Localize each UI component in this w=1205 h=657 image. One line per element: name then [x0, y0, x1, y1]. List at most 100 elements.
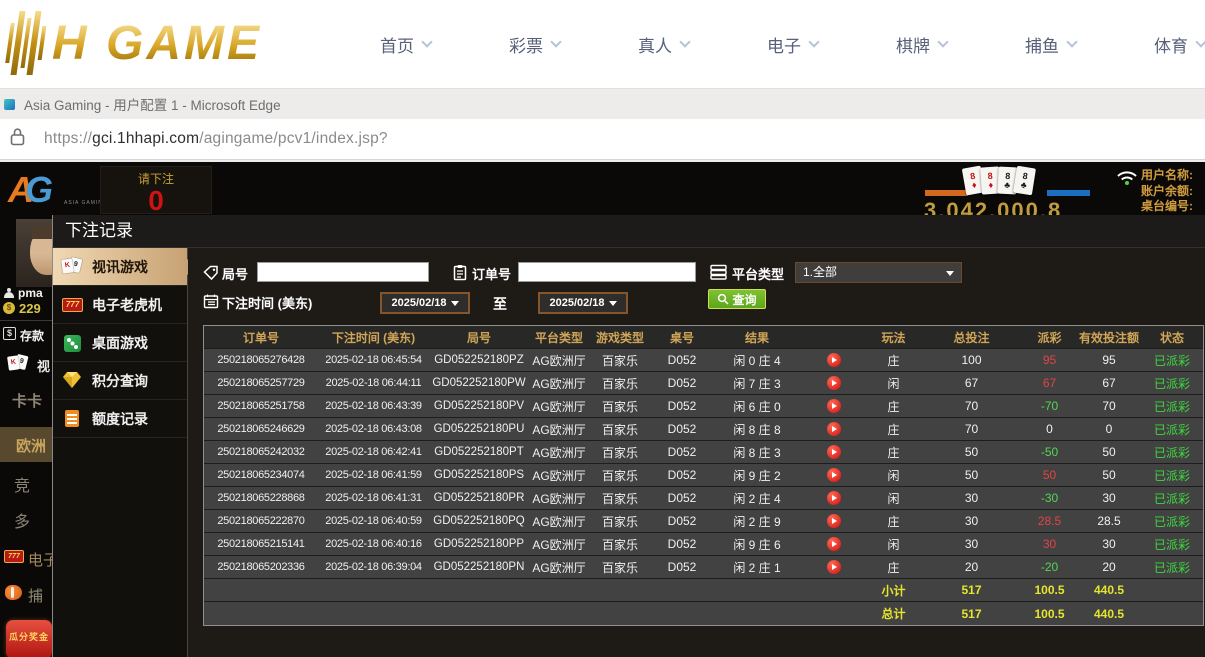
order-number-input[interactable]	[518, 262, 696, 282]
play-video-button[interactable]	[827, 445, 841, 459]
column-header: 派彩	[1022, 326, 1077, 348]
play-video-button[interactable]	[827, 514, 841, 528]
play-video-button[interactable]	[827, 491, 841, 505]
nav-item-label: 棋牌	[896, 32, 930, 57]
subtotal-row: 小计517100.5440.5	[204, 579, 1203, 602]
cell-result: 闲 6 庄 0	[713, 395, 801, 417]
cell-play	[801, 487, 866, 509]
modal-title-bar: 下注记录	[52, 215, 1205, 248]
user-icon	[4, 288, 14, 298]
cell-empty	[651, 602, 713, 625]
cell-status: 已派彩	[1141, 510, 1203, 532]
nav-item[interactable]: 真人	[638, 32, 689, 57]
dropdown-arrow-icon	[946, 271, 954, 276]
play-video-button[interactable]	[827, 422, 841, 436]
round-number-input[interactable]	[257, 262, 429, 282]
deposit-icon: $	[3, 327, 16, 340]
url-text[interactable]: https://gci.1hhapi.com/agingame/pcv1/ind…	[44, 130, 388, 148]
nav-item[interactable]: 首页	[380, 32, 431, 57]
menu-item-jing[interactable]: 竞	[14, 472, 30, 496]
sidebar-item-points-query[interactable]: 积分查询	[53, 362, 187, 400]
play-video-button[interactable]	[827, 560, 841, 574]
nav-item-label: 体育	[1154, 32, 1188, 57]
table-body: 2502180652764282025-02-18 06:45:54GD0522…	[204, 349, 1203, 625]
cell-table_no: D052	[651, 372, 713, 394]
modal-sidebar: 9K 视讯游戏 777 电子老虎机 桌面游戏 积分查询 额度记录	[52, 248, 188, 657]
menu-video-label[interactable]: 视	[37, 356, 50, 375]
cell-status: 已派彩	[1141, 372, 1203, 394]
play-video-button[interactable]	[827, 399, 841, 413]
cell-valid_bet: 50	[1077, 464, 1141, 486]
cell-time: 2025-02-18 06:43:39	[318, 395, 429, 417]
cell-total_bet: 20	[921, 556, 1022, 578]
play-video-button[interactable]	[827, 376, 841, 390]
platform-type-select[interactable]: 1.全部	[795, 262, 962, 283]
cell-order: 250218065246629	[204, 418, 318, 440]
play-video-button[interactable]	[827, 468, 841, 482]
column-header: 玩法	[866, 326, 921, 348]
bet-countdown-panel: 请下注 0	[100, 166, 212, 214]
cell-valid_bet: 28.5	[1077, 510, 1141, 532]
cell-status: 已派彩	[1141, 441, 1203, 463]
platform-list-icon	[710, 264, 726, 280]
sidebar-item-table-games[interactable]: 桌面游戏	[53, 324, 187, 362]
nav-item[interactable]: 电子	[767, 32, 818, 57]
sidebar-item-slots[interactable]: 777 电子老虎机	[53, 286, 187, 324]
cell-table_no: D052	[651, 418, 713, 440]
cell-empty	[1141, 602, 1203, 625]
document-icon	[62, 409, 84, 429]
cell-round: GD052252180PN	[429, 556, 529, 578]
date-to-picker[interactable]: 2025/02/18	[538, 292, 628, 314]
cell-game: 百家乐	[589, 510, 651, 532]
seat-markers: 9	[1118, 198, 1122, 206]
sidebar-item-credit-records[interactable]: 额度记录	[53, 400, 187, 438]
cell-valid_bet: 50	[1077, 441, 1141, 463]
banker-bar-decoration	[925, 190, 968, 196]
cell-game: 百家乐	[589, 395, 651, 417]
grand-total-row: 总计517100.5440.5	[204, 602, 1203, 625]
cell-platform: AG欧洲厅	[529, 349, 589, 371]
nav-item[interactable]: 彩票	[509, 32, 560, 57]
cell-round: GD052252180PQ	[429, 510, 529, 532]
promo-banner[interactable]: 瓜分奖金	[6, 620, 52, 657]
dropdown-arrow-icon	[609, 301, 617, 306]
menu-item-duo[interactable]: 多	[14, 508, 30, 532]
sidebar-item-video-games[interactable]: 9K 视讯游戏	[53, 248, 187, 286]
deposit-button[interactable]: 存款	[20, 327, 44, 344]
menu-item-fishing[interactable]: 捕	[28, 585, 43, 606]
cell-payout: -20	[1022, 556, 1077, 578]
table-row: 2502180652151412025-02-18 06:40:16GD0522…	[204, 533, 1203, 556]
nav-item[interactable]: 棋牌	[896, 32, 947, 57]
game-background: AG ASIA GAMING 请下注 0 8♦8♦8♣8♣ 3,042,000.…	[0, 160, 1205, 657]
cell-game: 百家乐	[589, 533, 651, 555]
subtotal-row-value: 440.5	[1077, 579, 1141, 601]
cell-total_bet: 30	[921, 510, 1022, 532]
cell-status: 已派彩	[1141, 418, 1203, 440]
date-from-picker[interactable]: 2025/02/18	[380, 292, 470, 314]
menu-item-kaka[interactable]: 卡卡	[12, 390, 42, 411]
column-header: 桌号	[651, 326, 713, 348]
cell-platform: AG欧洲厅	[529, 556, 589, 578]
cell-valid_bet: 30	[1077, 487, 1141, 509]
cell-order: 250218065222870	[204, 510, 318, 532]
cell-play_type: 庄	[866, 510, 921, 532]
play-video-button[interactable]	[827, 353, 841, 367]
cell-order: 250218065276428	[204, 349, 318, 371]
cell-order: 250218065215141	[204, 533, 318, 555]
playing-cards-icon: 9 K	[8, 354, 30, 372]
play-video-button[interactable]	[827, 537, 841, 551]
table-row: 2502180652023362025-02-18 06:39:04GD0522…	[204, 556, 1203, 579]
edge-icon	[4, 99, 15, 110]
menu-item-europe[interactable]: 欧洲	[0, 427, 52, 462]
search-button[interactable]: 查询	[708, 289, 766, 309]
cell-total_bet: 30	[921, 533, 1022, 555]
cell-result: 闲 2 庄 4	[713, 487, 801, 509]
nav-item[interactable]: 捕鱼	[1025, 32, 1076, 57]
to-label: 至	[493, 294, 507, 314]
main-nav: 首页 彩票 真人 电子 棋牌 捕鱼 体育	[350, 0, 1205, 88]
bet-time-label: 下注时间 (美东)	[222, 293, 312, 312]
browser-url-bar[interactable]: https://gci.1hhapi.com/agingame/pcv1/ind…	[0, 119, 1205, 160]
nav-item[interactable]: 体育	[1154, 32, 1205, 57]
cell-status: 已派彩	[1141, 464, 1203, 486]
table-info-label: 桌台编号:	[1141, 199, 1193, 215]
